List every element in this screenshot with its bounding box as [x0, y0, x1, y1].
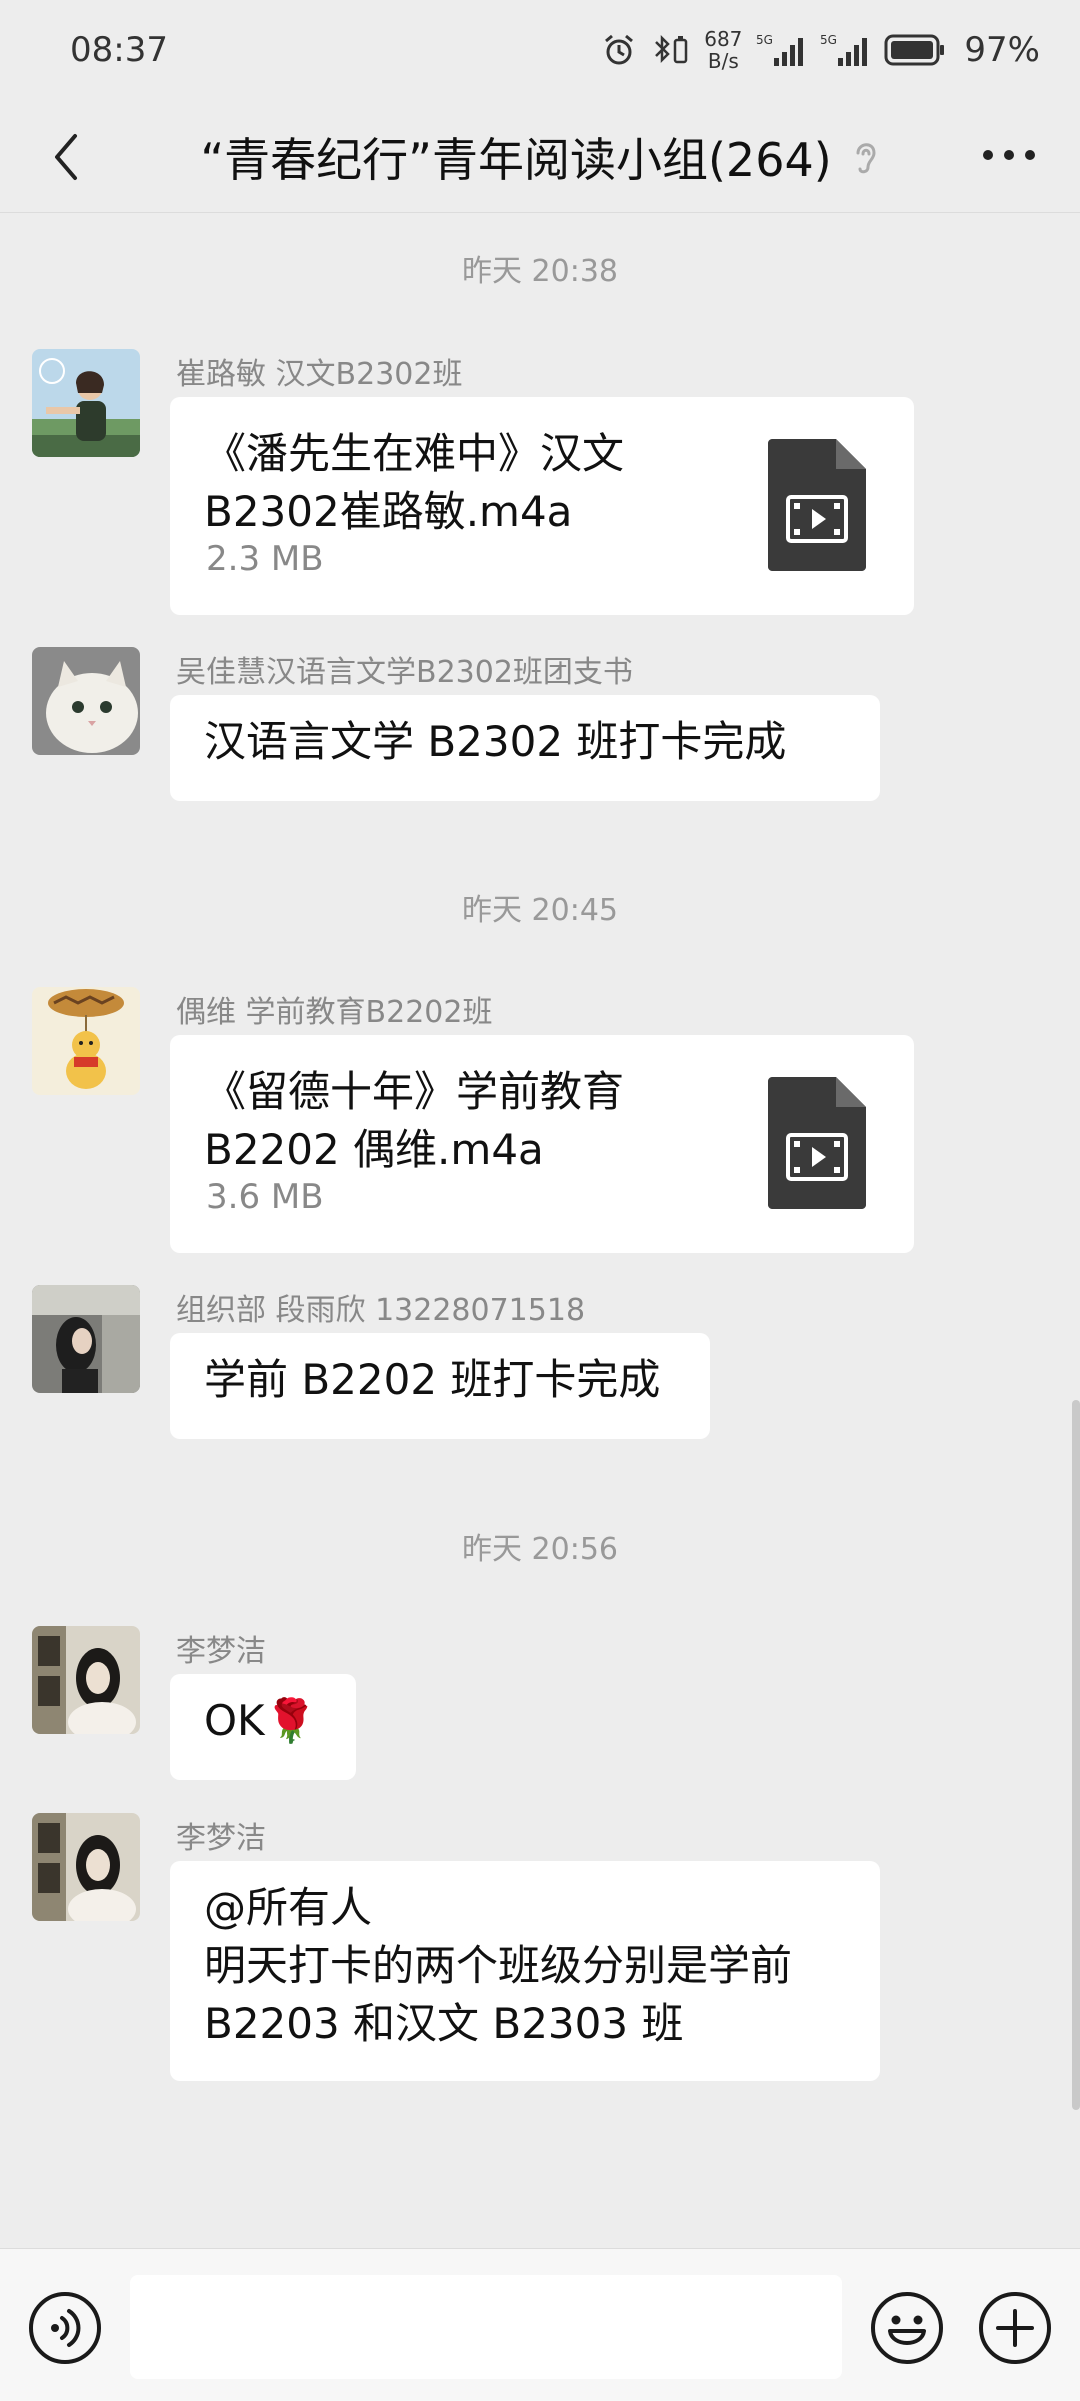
avatar[interactable]: [32, 1285, 140, 1393]
text-message-bubble[interactable]: @所有人 明天打卡的两个班级分别是学前 B2203 和汉文 B2303 班: [170, 1861, 880, 2081]
more-dots-icon: [983, 150, 1035, 160]
plus-icon: [979, 2292, 1051, 2364]
avatar[interactable]: [32, 987, 140, 1095]
net-speed-value: 687: [704, 27, 743, 51]
emoji-icon: [871, 2292, 943, 2364]
file-message-bubble[interactable]: 《潘先生在难中》汉文B2302崔路敏.m4a 2.3 MB: [170, 397, 914, 615]
avatar[interactable]: [32, 647, 140, 755]
alarm-icon: [605, 34, 634, 65]
chevron-left-icon: [55, 134, 77, 180]
file-message-bubble[interactable]: 《留德十年》学前教育B2202 偶维.m4a 3.6 MB: [170, 1035, 914, 1253]
ear-icon: [856, 143, 876, 174]
text-message-bubble[interactable]: 学前 B2202 班打卡完成: [170, 1333, 710, 1439]
avatar[interactable]: [32, 1813, 140, 1921]
sender-name: 崔路敏 汉文B2302班: [176, 357, 463, 392]
timestamp: 昨天 20:45: [462, 893, 618, 928]
message-item: 吴佳慧汉语言文学B2302班团支书 汉语言文学 B2302 班打卡完成: [32, 647, 1032, 817]
chat-title-area: “青春纪行”青年阅读小组(264): [150, 122, 930, 192]
battery-icon: [884, 34, 945, 66]
message-item: 李梦洁 OK🌹: [32, 1626, 1032, 1796]
file-name: 《潘先生在难中》汉文B2302崔路敏.m4a: [204, 429, 625, 536]
net-speed-unit: B/s: [707, 49, 739, 73]
signal-icon-2: 5G: [820, 33, 868, 66]
sender-name: 偶维 学前教育B2202班: [176, 995, 493, 1030]
chat-header: “青春纪行”青年阅读小组(264): [0, 100, 1080, 213]
video-file-icon: [768, 439, 866, 571]
network-speed: 687 B/s: [704, 28, 742, 72]
status-icons: 687 B/s 5G 5G 97%: [602, 22, 1040, 78]
status-time: 08:37: [70, 30, 168, 70]
signal-2-label: 5G: [820, 33, 837, 47]
plus-button[interactable]: [978, 2291, 1052, 2365]
message-item: 偶维 学前教育B2202班 《留德十年》学前教育B2202 偶维.m4a 3.6…: [32, 987, 1032, 1257]
sender-name: 李梦洁: [176, 1821, 266, 1856]
sender-name: 李梦洁: [176, 1634, 266, 1669]
voice-icon: [29, 2292, 101, 2364]
message-input[interactable]: [130, 2275, 842, 2379]
sender-name: 组织部 段雨欣 13228071518: [176, 1293, 586, 1328]
text-message-bubble[interactable]: OK🌹: [170, 1674, 356, 1780]
file-size: 3.6 MB: [206, 1177, 324, 1217]
file-size: 2.3 MB: [206, 539, 324, 579]
video-file-icon: [768, 1077, 866, 1209]
timestamp: 昨天 20:56: [462, 1532, 618, 1567]
file-name: 《留德十年》学前教育B2202 偶维.m4a: [204, 1067, 625, 1174]
text-message-bubble[interactable]: 汉语言文学 B2302 班打卡完成: [170, 695, 880, 801]
bluetooth-battery-icon: [655, 34, 688, 64]
input-bar: [0, 2248, 1080, 2401]
message-item: 李梦洁 @所有人 明天打卡的两个班级分别是学前 B2203 和汉文 B2303 …: [32, 1813, 1032, 2083]
chat-area[interactable]: 昨天 20:38 崔路敏 汉文B2302班 《潘先生在难中》汉文B2302崔路敏…: [0, 213, 1080, 2248]
message-line: 明天打卡的两个班级分别是学前: [204, 1941, 793, 1990]
scrollbar[interactable]: [1072, 1400, 1080, 2110]
message-line: B2203 和汉文 B2303 班: [204, 1999, 684, 2048]
timestamp: 昨天 20:38: [462, 254, 618, 289]
status-bar: 08:37 687 B/s 5G 5G 97%: [0, 0, 1080, 100]
sender-name: 吴佳慧汉语言文学B2302班团支书: [176, 655, 633, 690]
avatar[interactable]: [32, 1626, 140, 1734]
back-button[interactable]: [36, 122, 96, 192]
message-item: 崔路敏 汉文B2302班 《潘先生在难中》汉文B2302崔路敏.m4a 2.3 …: [32, 349, 1032, 619]
signal-icon-1: 5G: [756, 33, 804, 66]
avatar[interactable]: [32, 349, 140, 457]
battery-percent: 97%: [964, 30, 1040, 70]
emoji-button[interactable]: [870, 2291, 944, 2365]
signal-1-label: 5G: [756, 33, 773, 47]
message-item: 组织部 段雨欣 13228071518 学前 B2202 班打卡完成: [32, 1285, 1032, 1455]
voice-button[interactable]: [28, 2291, 102, 2365]
more-button[interactable]: [974, 130, 1044, 180]
message-line: @所有人: [204, 1883, 373, 1932]
chat-title: “青春纪行”青年阅读小组(264): [200, 133, 832, 187]
